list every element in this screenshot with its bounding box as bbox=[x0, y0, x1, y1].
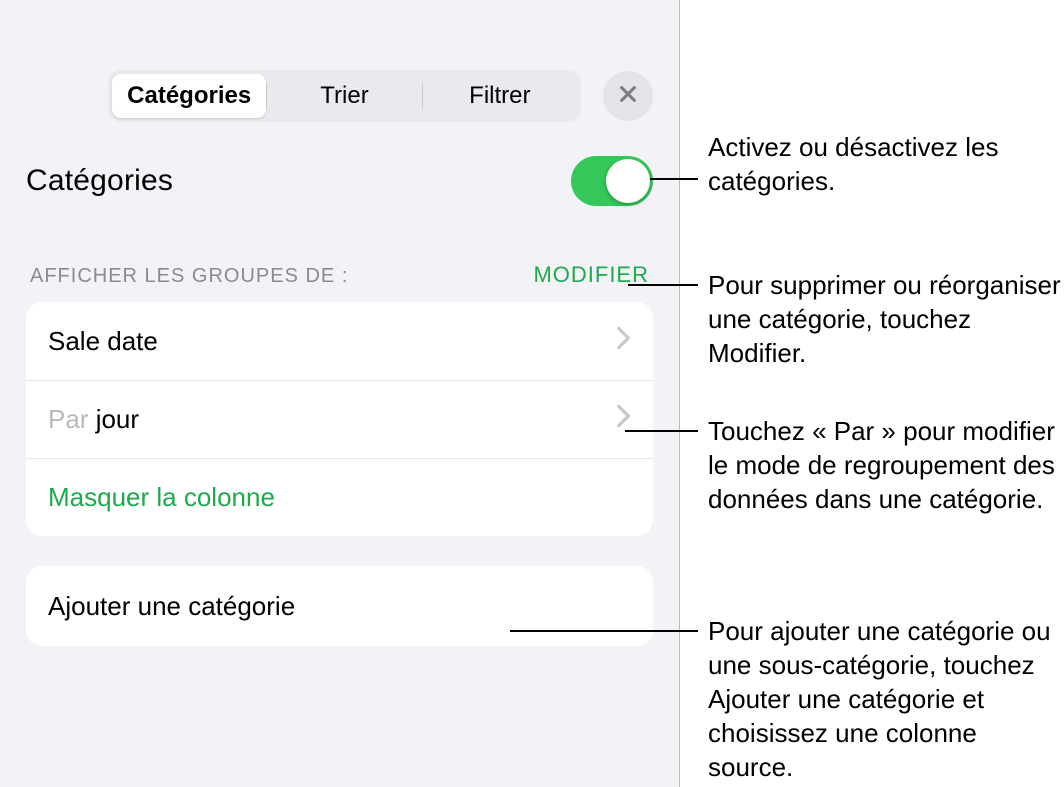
toggle-knob bbox=[606, 159, 650, 203]
chevron-right-icon bbox=[616, 326, 631, 357]
tab-categories[interactable]: Catégories bbox=[112, 74, 266, 118]
leader-line bbox=[625, 430, 698, 432]
row-label: Ajouter une catégorie bbox=[48, 591, 295, 622]
tab-sort[interactable]: Trier bbox=[267, 74, 421, 118]
settings-panel: Catégories Trier Filtrer Catégories AFFI… bbox=[0, 0, 680, 787]
callout-add: Pour ajouter une catégorie ou une sous-c… bbox=[708, 614, 1064, 784]
row-hide-column[interactable]: Masquer la colonne bbox=[26, 458, 653, 536]
row-label: Masquer la colonne bbox=[48, 482, 275, 513]
callout-modify: Pour supprimer ou réorganiser une catégo… bbox=[708, 268, 1064, 370]
row-by-group[interactable]: Par jour bbox=[26, 380, 653, 458]
callout-toggle: Activez ou désactivez les catégories. bbox=[708, 130, 1064, 198]
tab-filter[interactable]: Filtrer bbox=[423, 74, 577, 118]
page-title: Catégories bbox=[26, 164, 173, 198]
callout-by: Touchez « Par » pour modifier le mode de… bbox=[708, 414, 1064, 516]
groups-list: Sale date Par jour Masquer la colonne bbox=[26, 302, 653, 536]
row-label: Par jour bbox=[48, 404, 139, 435]
leader-line bbox=[510, 630, 698, 632]
section-label: AFFICHER LES GROUPES DE : bbox=[30, 265, 348, 288]
row-label: Sale date bbox=[48, 326, 158, 357]
add-category-card: Ajouter une catégorie bbox=[26, 566, 653, 646]
categories-toggle[interactable] bbox=[571, 156, 653, 206]
close-button[interactable] bbox=[603, 71, 653, 121]
segmented-control: Catégories Trier Filtrer bbox=[108, 70, 581, 122]
row-add-category[interactable]: Ajouter une catégorie bbox=[26, 566, 653, 646]
leader-line bbox=[650, 178, 698, 180]
leader-line bbox=[628, 284, 698, 286]
row-sale-date[interactable]: Sale date bbox=[26, 302, 653, 380]
close-icon bbox=[617, 83, 639, 110]
